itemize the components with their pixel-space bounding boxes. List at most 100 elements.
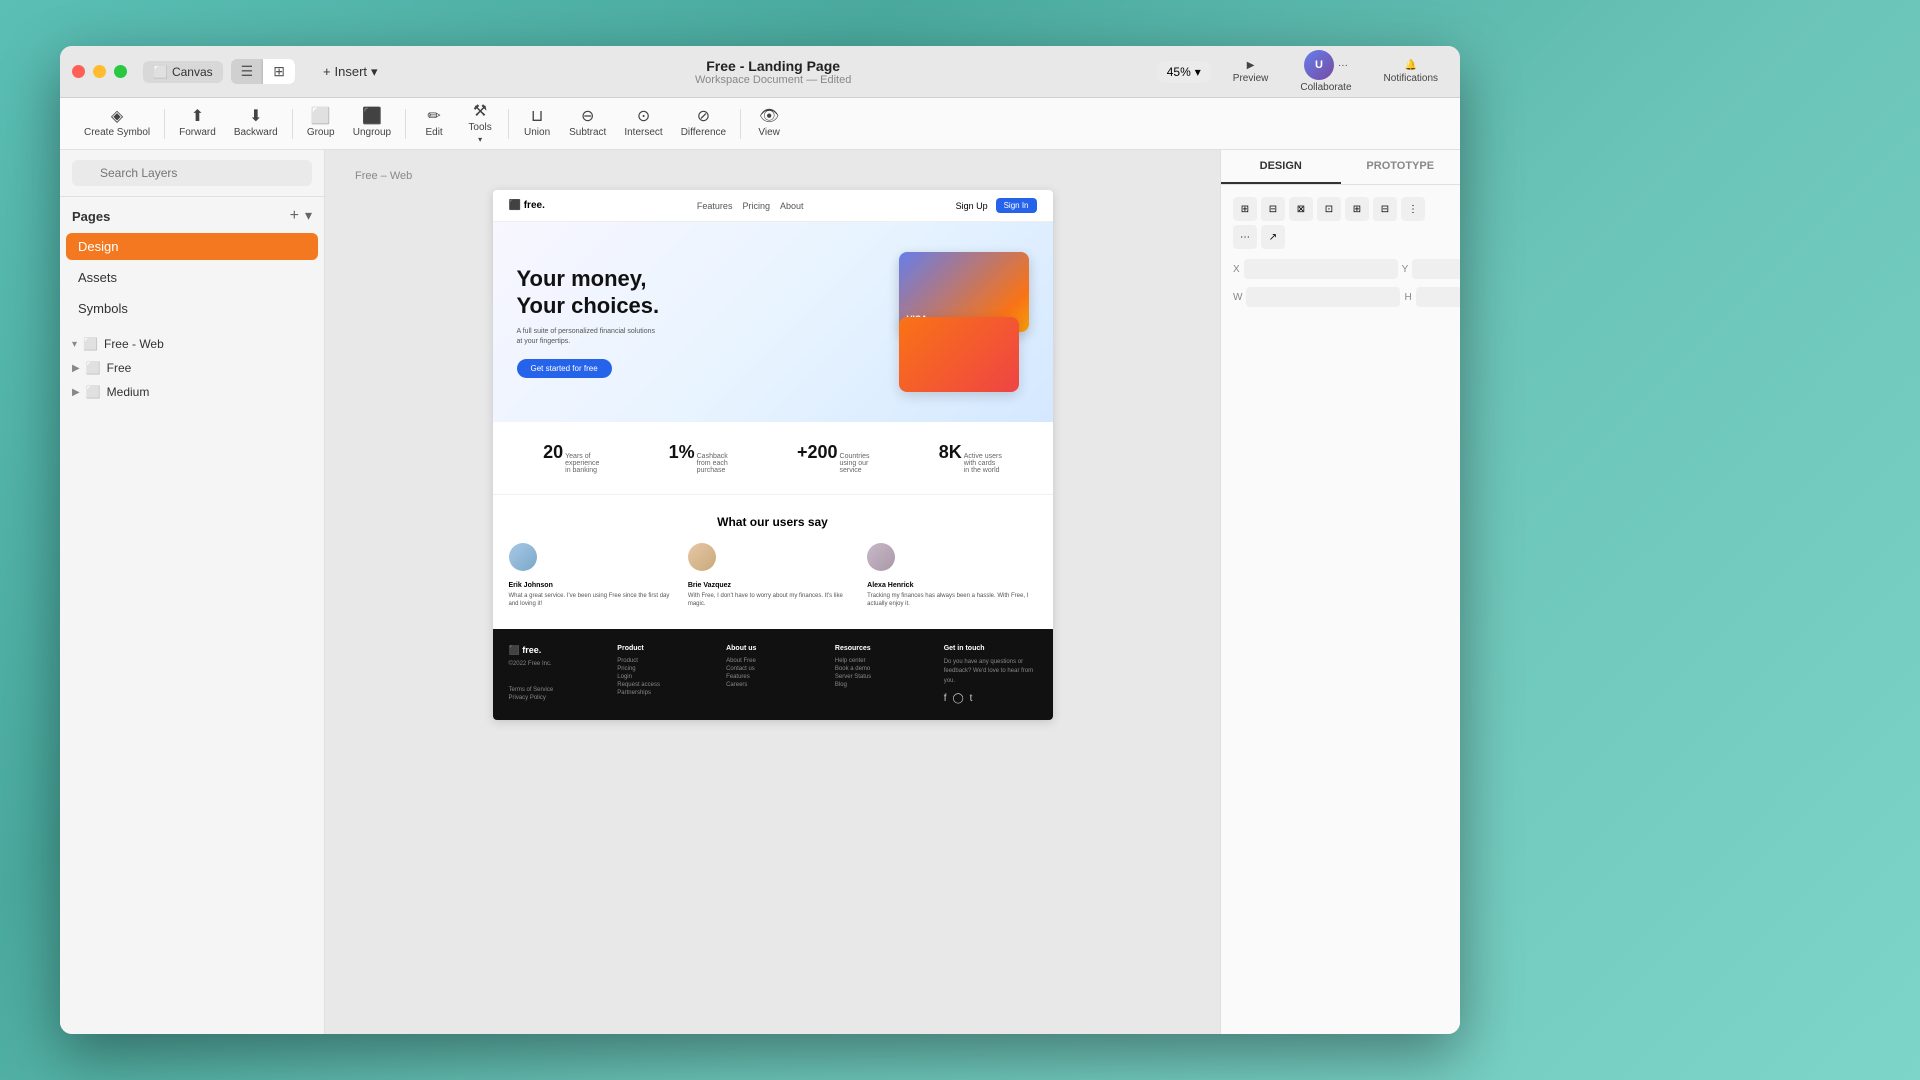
intersect-label: Intersect (624, 127, 662, 138)
align-right-button[interactable]: ⊠ (1289, 197, 1313, 221)
footer-about-link-2: Contact us (726, 666, 819, 672)
layer-free-web[interactable]: ▾ ⬜ Free - Web (60, 332, 324, 356)
instagram-icon[interactable]: ◯ (952, 693, 963, 704)
grid-view-button[interactable]: ⊞ (263, 59, 295, 84)
edit-button[interactable]: ✏ Edit (412, 105, 456, 142)
twitter-icon[interactable]: t (970, 693, 973, 704)
footer-copyright: ©2022 Free Inc. (509, 660, 602, 670)
search-input[interactable] (72, 160, 312, 186)
w-label: W (1233, 292, 1242, 303)
union-icon: ⊔ (531, 109, 543, 125)
tab-design[interactable]: DESIGN (1221, 150, 1341, 184)
subtract-label: Subtract (569, 127, 606, 138)
avatar: U (1304, 50, 1334, 80)
canvas-button[interactable]: ⬜ Canvas (143, 61, 223, 83)
difference-button[interactable]: ⊘ Difference (673, 105, 734, 142)
nav-pricing: Pricing (742, 201, 770, 211)
x-input[interactable] (1244, 259, 1398, 279)
distribute-v-button[interactable]: ⋯ (1233, 225, 1257, 249)
intersect-icon: ⊙ (637, 109, 650, 125)
canvas-area[interactable]: Free – Web ⬛ free. Features Pricing Abou… (325, 150, 1220, 1034)
footer-resources-link-2: Book a demo (835, 666, 928, 672)
minimize-button[interactable] (93, 65, 106, 78)
create-symbol-button[interactable]: ◈ Create Symbol (76, 105, 158, 142)
sidebar-item-design[interactable]: Design (66, 233, 318, 260)
nav-features: Features (697, 201, 733, 211)
zoom-control[interactable]: 45% ▾ (1157, 61, 1211, 83)
forward-button[interactable]: ⬆ Forward (171, 105, 224, 142)
align-center-h-button[interactable]: ⊟ (1261, 197, 1285, 221)
edit-icon: ✏ (427, 109, 440, 125)
sidebar-item-symbols[interactable]: Symbols (66, 295, 318, 322)
footer-terms: Terms of Service (509, 687, 602, 693)
list-view-button[interactable]: ☰ (231, 59, 264, 84)
layer-free[interactable]: ▶ ⬜ Free (60, 356, 324, 380)
pages-menu-button[interactable]: ▾ (305, 207, 312, 225)
tools-button[interactable]: ⚒ Tools ▾ (458, 100, 502, 148)
distribute-h-button[interactable]: ⋮ (1401, 197, 1425, 221)
view-button[interactable]: 👁 View (747, 105, 791, 142)
web-testimonials: What our users say Erik Johnson What a g… (493, 495, 1053, 629)
facebook-icon[interactable]: f (944, 693, 947, 704)
footer-brand: ⬛ free. ©2022 Free Inc. Terms of Service… (509, 645, 602, 704)
traffic-lights (72, 65, 127, 78)
collaborate-button[interactable]: U ··· Collaborate (1290, 46, 1361, 97)
stat-years: 20 Years ofexperiencein banking (543, 442, 599, 474)
web-logo: ⬛ free. (509, 200, 545, 211)
align-top-button[interactable]: ⊡ (1317, 197, 1341, 221)
align-left-button[interactable]: ⊞ (1233, 197, 1257, 221)
testimonial-text-2: With Free, I don't have to worry about m… (688, 592, 857, 609)
testimonial-name-2: Brie Vazquez (688, 582, 857, 589)
h-input[interactable] (1416, 287, 1460, 307)
avatar-erik (509, 543, 537, 571)
testimonial-text-3: Tracking my finances has always been a h… (867, 592, 1036, 609)
notifications-button[interactable]: 🔔 Notifications (1374, 56, 1448, 88)
tools-icon: ⚒ (473, 104, 487, 120)
tab-prototype[interactable]: PROTOTYPE (1341, 150, 1461, 184)
close-button[interactable] (72, 65, 85, 78)
group-button[interactable]: ⬜ Group (299, 105, 343, 142)
y-input[interactable] (1412, 259, 1460, 279)
web-nav-right: Sign Up Sign In (956, 198, 1037, 213)
align-bottom-button[interactable]: ⊟ (1373, 197, 1397, 221)
add-page-button[interactable]: + (290, 207, 299, 225)
layer-name-free: Free (107, 361, 132, 375)
layers-section: ▾ ⬜ Free - Web ▶ ⬜ Free ▶ ⬜ Medium (60, 324, 324, 1034)
footer-resources-title: Resources (835, 645, 928, 652)
layer-medium[interactable]: ▶ ⬜ Medium (60, 380, 324, 404)
testimonial-name-3: Alexa Henrick (867, 582, 1036, 589)
sidebar-item-assets[interactable]: Assets (66, 264, 318, 291)
canvas-label: Canvas (172, 65, 213, 79)
footer-resources: Resources Help center Book a demo Server… (835, 645, 928, 704)
toolbar-separator-4 (508, 109, 509, 139)
plus-icon: + (323, 64, 331, 79)
zoom-value: 45% (1167, 65, 1191, 79)
footer-product-link-2: Pricing (617, 666, 710, 672)
footer-about-title: About us (726, 645, 819, 652)
subtract-button[interactable]: ⊖ Subtract (561, 105, 614, 142)
stat-num-8k: 8K Active userswith cardsin the world (939, 442, 1002, 474)
toolbar-separator-5 (740, 109, 741, 139)
maximize-button[interactable] (114, 65, 127, 78)
footer-contact-text: Do you have any questions or feedback? W… (944, 658, 1037, 687)
pages-title: Pages (72, 209, 110, 224)
nav-about: About (780, 201, 804, 211)
more-options-button[interactable]: ↗ (1261, 225, 1285, 249)
web-nav: ⬛ free. Features Pricing About Sign Up S… (493, 190, 1053, 222)
footer-about-link-3: Features (726, 674, 819, 680)
search-wrapper: 🔍 (72, 160, 312, 186)
web-nav-links: Features Pricing About (697, 201, 804, 211)
backward-button[interactable]: ⬇ Backward (226, 105, 286, 142)
group-label: Group (307, 127, 335, 138)
intersect-button[interactable]: ⊙ Intersect (616, 105, 670, 142)
footer-product-link-1: Product (617, 658, 710, 664)
union-button[interactable]: ⊔ Union (515, 105, 559, 142)
ungroup-button[interactable]: ⬛ Ungroup (345, 105, 399, 142)
preview-button[interactable]: ▶ Preview (1223, 56, 1279, 88)
align-center-v-button[interactable]: ⊞ (1345, 197, 1369, 221)
bell-icon: 🔔 (1405, 60, 1417, 71)
nav-signin: Sign In (996, 198, 1037, 213)
w-input[interactable] (1246, 287, 1400, 307)
footer-socials: f ◯ t (944, 693, 1037, 704)
insert-button[interactable]: + Insert ▾ (311, 58, 390, 86)
